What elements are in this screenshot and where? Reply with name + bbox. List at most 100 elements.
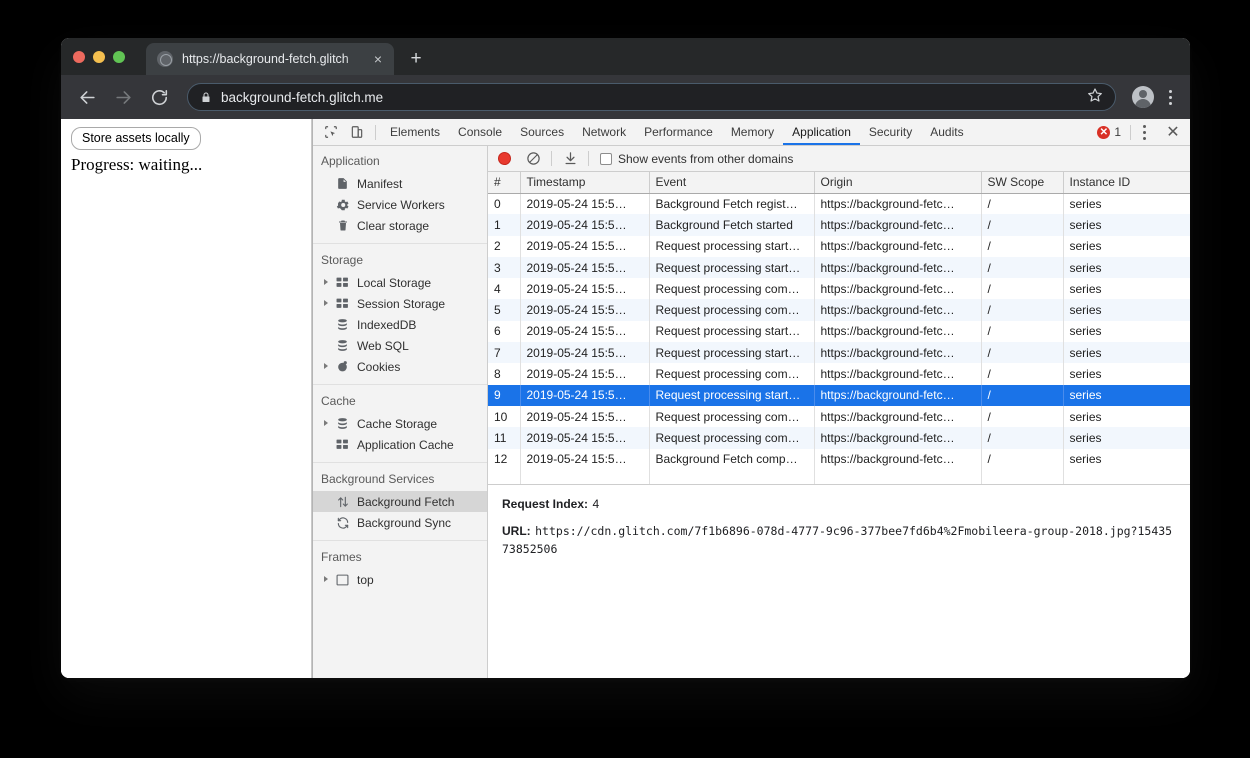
sidebar-item-cache-storage[interactable]: Cache Storage (313, 413, 487, 434)
cell-index: 10 (488, 405, 521, 428)
chevron-right-icon[interactable] (324, 300, 328, 306)
sidebar-item-background-sync[interactable]: Background Sync (313, 512, 487, 533)
error-badge[interactable]: ✕ 1 (1097, 125, 1125, 139)
table-row[interactable]: 1 2019-05-24 15:5… Background Fetch star… (488, 214, 1190, 236)
chrome-menu-button[interactable] (1162, 89, 1178, 105)
table-row[interactable]: 3 2019-05-24 15:5… Request processing st… (488, 256, 1190, 279)
filler-cell (649, 469, 815, 484)
cell-instance-id: series (1069, 367, 1102, 382)
chevron-right-icon[interactable] (324, 363, 328, 369)
table-row[interactable]: 11 2019-05-24 15:5… Request processing c… (488, 427, 1190, 449)
table-row[interactable]: 8 2019-05-24 15:5… Request processing co… (488, 363, 1190, 385)
store-assets-locally-button[interactable]: Store assets locally (71, 127, 201, 150)
minimize-window-button[interactable] (93, 51, 105, 63)
column-header-event[interactable]: Event (649, 172, 815, 194)
close-devtools-icon[interactable]: ✕ (1160, 120, 1186, 145)
table-row[interactable]: 2 2019-05-24 15:5… Request processing st… (488, 235, 1190, 257)
sidebar-item-indexeddb[interactable]: IndexedDB (313, 314, 487, 335)
cell-origin: https://background-fetc… (814, 342, 982, 364)
sidebar-item-cookies[interactable]: Cookies (313, 356, 487, 377)
maximize-window-button[interactable] (113, 51, 125, 63)
cell-timestamp: 2019-05-24 15:5… (520, 448, 650, 470)
filler-cell (520, 469, 650, 484)
checkbox-label: Show events from other domains (618, 151, 794, 166)
cell-timestamp: 2019-05-24 15:5… (520, 256, 650, 279)
close-icon[interactable]: × (370, 51, 386, 67)
checkbox-box[interactable] (600, 152, 612, 165)
tab-security[interactable]: Security (860, 119, 921, 145)
tab-elements[interactable]: Elements (381, 119, 449, 145)
cell-timestamp: 2019-05-24 15:5… (520, 405, 650, 428)
cell-sw-scope: / (981, 342, 1064, 364)
table-row[interactable]: 0 2019-05-24 15:5… Background Fetch regi… (488, 193, 1190, 215)
sidebar-header-frames: Frames (321, 550, 362, 564)
sidebar-item-service-workers[interactable]: Service Workers (313, 194, 487, 215)
sidebar-item-background-fetch[interactable]: Background Fetch (313, 491, 487, 512)
tab-network[interactable]: Network (573, 119, 635, 145)
cell-sw-scope: / (981, 278, 1064, 300)
sidebar-item-top-frame[interactable]: top (313, 569, 487, 590)
table-row[interactable]: 7 2019-05-24 15:5… Request processing st… (488, 342, 1190, 364)
record-button[interactable] (498, 152, 511, 165)
column-header-timestamp[interactable]: Timestamp (520, 172, 650, 194)
filler-cell (1063, 469, 1190, 484)
table-row[interactable]: 4 2019-05-24 15:5… Request processing co… (488, 278, 1190, 300)
request-index-label: Request Index: (502, 497, 589, 511)
sidebar-item-session-storage[interactable]: Session Storage (313, 293, 487, 314)
sidebar-item-local-storage[interactable]: Local Storage (313, 272, 487, 293)
column-header-index[interactable]: # (488, 172, 521, 194)
reload-button[interactable] (145, 83, 173, 111)
table-row[interactable]: 10 2019-05-24 15:5… Request processing c… (488, 405, 1190, 428)
tab-console[interactable]: Console (449, 119, 511, 145)
table-header-row: # Timestamp Event Origin SW Scope Instan… (488, 172, 1190, 194)
cell-timestamp: 2019-05-24 15:5… (520, 320, 650, 343)
column-header-instance-id[interactable]: Instance ID (1063, 172, 1190, 194)
address-bar[interactable]: background-fetch.glitch.me (187, 83, 1116, 111)
url-label: URL: (502, 524, 531, 538)
cell-instance-id: series (1069, 239, 1102, 254)
tab-performance[interactable]: Performance (635, 119, 722, 145)
cell-instance-id: series (1063, 384, 1190, 406)
cookie-icon (335, 359, 350, 374)
forward-button[interactable] (109, 83, 137, 111)
sidebar-item-web-sql[interactable]: Web SQL (313, 335, 487, 356)
device-toolbar-icon[interactable] (344, 120, 370, 145)
avatar[interactable] (1132, 86, 1154, 108)
cell-timestamp: 2019-05-24 15:5… (520, 278, 650, 300)
back-button[interactable] (73, 83, 101, 111)
cell-index: 1 (488, 214, 521, 236)
chevron-right-icon[interactable] (324, 279, 328, 285)
sidebar-item-manifest[interactable]: Manifest (313, 173, 487, 194)
sidebar-item-application-cache[interactable]: Application Cache (313, 434, 487, 455)
new-tab-button[interactable]: + (406, 49, 426, 69)
browser-tab[interactable]: https://background-fetch.glitch × (146, 43, 394, 75)
application-sidebar: Application Manifest Service Workers Cle… (313, 146, 488, 678)
cell-sw-scope: / (981, 235, 1064, 257)
chevron-right-icon[interactable] (324, 576, 328, 582)
cell-index: 4 (488, 278, 521, 300)
table-row-selected[interactable]: 9 2019-05-24 15:5… Request processing st… (488, 384, 1190, 406)
tab-memory[interactable]: Memory (722, 119, 783, 145)
tab-sources[interactable]: Sources (511, 119, 573, 145)
close-window-button[interactable] (73, 51, 85, 63)
tab-application[interactable]: Application (783, 119, 860, 145)
tab-audits[interactable]: Audits (921, 119, 972, 145)
sidebar-item-clear-storage[interactable]: Clear storage (313, 215, 487, 236)
clear-button[interactable] (520, 146, 546, 171)
bookmark-star-icon[interactable] (1087, 87, 1103, 108)
show-other-domains-checkbox[interactable]: Show events from other domains (594, 152, 793, 166)
column-header-origin[interactable]: Origin (814, 172, 982, 194)
column-header-sw-scope[interactable]: SW Scope (981, 172, 1064, 194)
events-table-container[interactable]: # Timestamp Event Origin SW Scope Instan… (488, 172, 1190, 484)
cell-sw-scope: / (981, 363, 1064, 385)
devtools-menu-button[interactable] (1136, 124, 1152, 140)
download-button[interactable] (557, 146, 583, 171)
table-row[interactable]: 6 2019-05-24 15:5… Request processing st… (488, 320, 1190, 343)
table-row[interactable]: 5 2019-05-24 15:5… Request processing co… (488, 299, 1190, 321)
cell-event: Background Fetch started (649, 214, 815, 236)
inspect-element-icon[interactable] (318, 120, 344, 145)
tab-title: https://background-fetch.glitch (182, 52, 349, 66)
chevron-right-icon[interactable] (324, 420, 328, 426)
table-row[interactable]: 12 2019-05-24 15:5… Background Fetch com… (488, 448, 1190, 470)
cell-index: 8 (488, 363, 521, 385)
